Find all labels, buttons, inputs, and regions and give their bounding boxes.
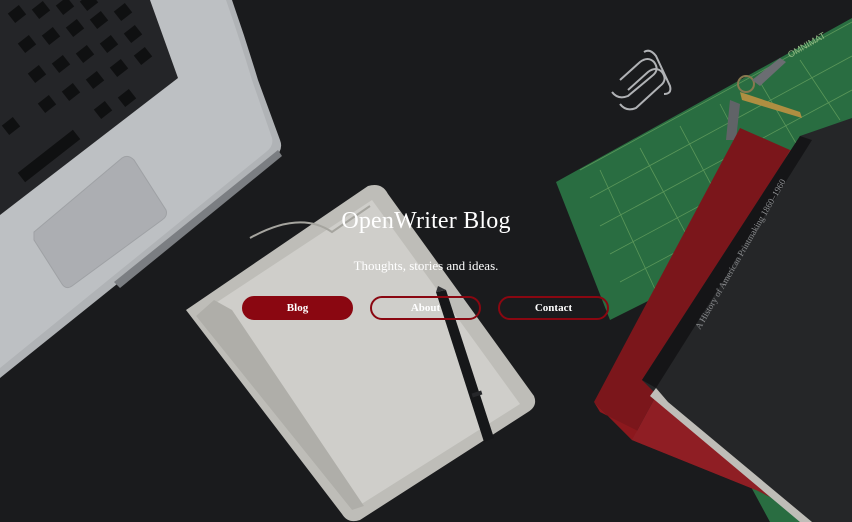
- contact-button[interactable]: Contact: [498, 296, 609, 320]
- blog-tagline: Thoughts, stories and ideas.: [353, 258, 499, 273]
- blog-button[interactable]: Blog: [242, 296, 353, 320]
- about-button[interactable]: About: [370, 296, 481, 320]
- blog-title: OpenWriter Blog: [341, 208, 511, 234]
